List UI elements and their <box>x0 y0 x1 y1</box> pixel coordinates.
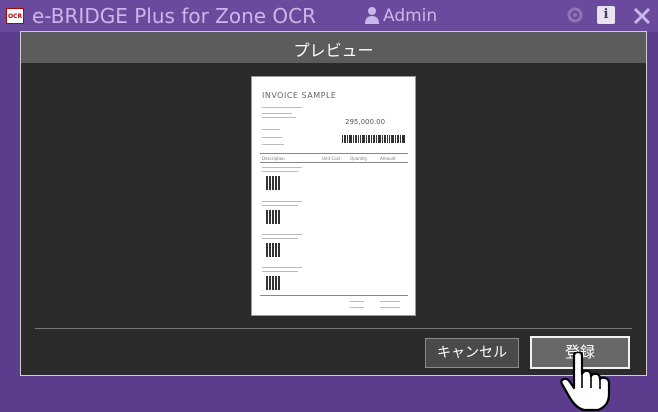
item-code-image <box>266 210 280 224</box>
doc-line <box>262 201 302 202</box>
doc-line <box>262 167 302 168</box>
doc-line <box>262 113 292 114</box>
item-code-image <box>266 276 280 290</box>
doc-line <box>262 129 280 130</box>
doc-line <box>350 307 364 308</box>
document-preview: INVOICE SAMPLE 295,000.00 Description Un… <box>251 76 416 316</box>
app-side-panel <box>0 32 8 402</box>
close-icon[interactable] <box>632 6 652 26</box>
preview-col-quantity: Quantity <box>350 156 368 161</box>
doc-rule <box>260 153 408 154</box>
dialog-title-bar: プレビュー <box>21 32 646 63</box>
dialog-title: プレビュー <box>293 41 374 60</box>
app-header: OCR e-BRIDGE Plus for Zone OCR Admin i <box>0 0 658 32</box>
user-icon <box>365 7 379 24</box>
barcode-image <box>342 135 405 143</box>
doc-line <box>262 205 298 206</box>
item-code-image <box>266 176 280 190</box>
doc-line <box>262 267 302 268</box>
doc-line <box>262 238 298 239</box>
app-title: e-BRIDGE Plus for Zone OCR <box>32 4 317 28</box>
doc-line <box>262 144 284 145</box>
doc-line <box>380 301 400 302</box>
preview-col-description: Description <box>262 156 285 161</box>
doc-line <box>262 234 302 235</box>
item-code-image <box>266 243 280 257</box>
hand-cursor-icon <box>560 352 611 412</box>
preview-amount: 295,000.00 <box>345 118 386 126</box>
doc-line <box>262 107 302 108</box>
doc-line <box>350 301 364 302</box>
preview-document-title: INVOICE SAMPLE <box>262 91 337 100</box>
doc-line <box>262 117 296 118</box>
doc-line <box>262 171 298 172</box>
preview-col-amount: Amount <box>380 156 396 161</box>
info-icon[interactable]: i <box>597 6 615 24</box>
doc-line <box>262 271 298 272</box>
app-logo: OCR <box>6 8 24 24</box>
cancel-button[interactable]: キャンセル <box>425 338 519 368</box>
doc-line <box>380 307 400 308</box>
doc-line <box>262 137 282 138</box>
gear-icon[interactable] <box>566 6 584 24</box>
doc-rule <box>260 295 408 296</box>
doc-rule <box>260 162 408 163</box>
preview-dialog: プレビュー INVOICE SAMPLE 295,000.00 Descript… <box>20 31 647 376</box>
user-name[interactable]: Admin <box>383 6 437 26</box>
preview-col-unit-cost: Unit Cost <box>322 156 341 161</box>
dialog-divider <box>35 328 632 329</box>
